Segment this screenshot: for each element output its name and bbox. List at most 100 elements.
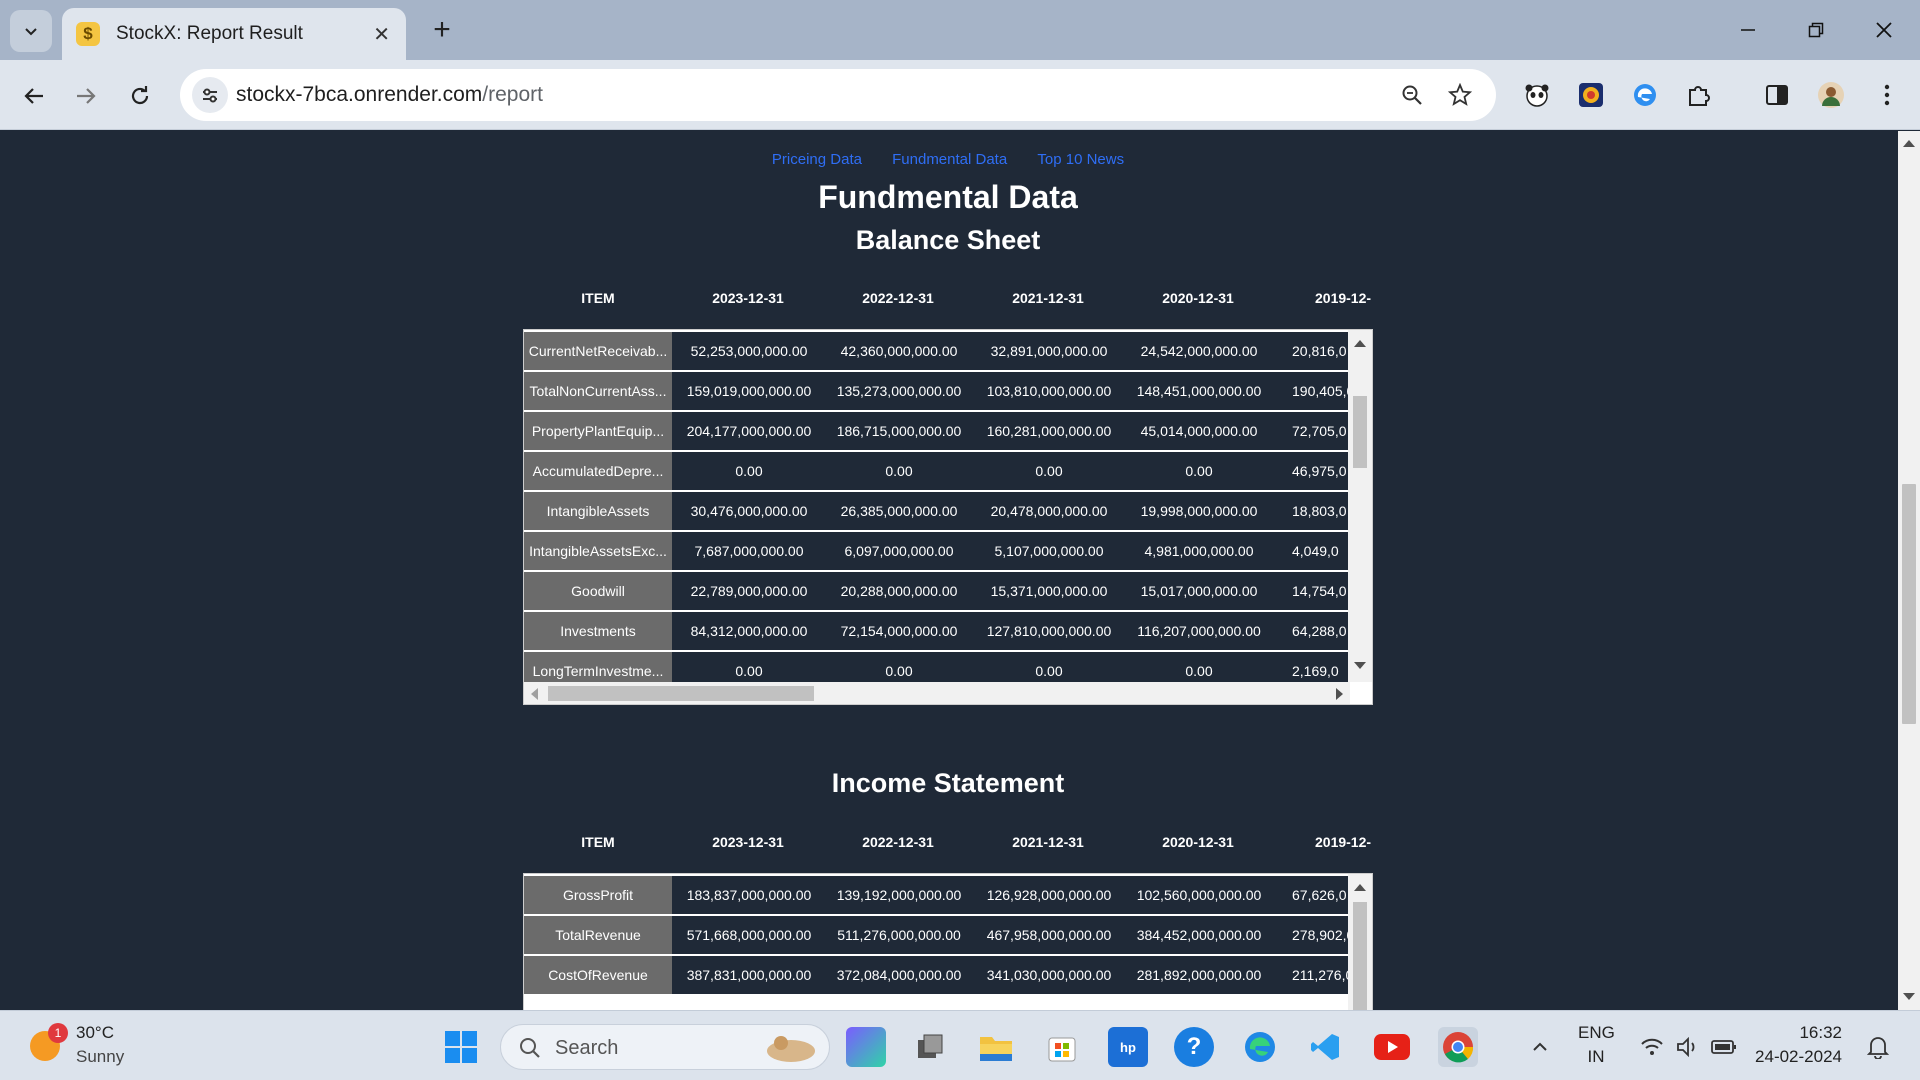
column-header: 2019-12- — [1315, 834, 1372, 850]
reload-icon — [131, 86, 149, 105]
balance-sheet-table[interactable]: CurrentNetReceivab... 52,253,000,000.00 42… — [523, 329, 1373, 705]
site-info-icon[interactable] — [192, 77, 228, 113]
edge-extension-icon[interactable] — [1629, 79, 1661, 111]
table-cell: 26,385,000,000.00 — [840, 503, 958, 519]
nav-link-pricing[interactable]: Priceing Data — [772, 151, 862, 168]
chevron-up-icon[interactable] — [1520, 1027, 1560, 1067]
balance-sheet-vertical-scrollbar[interactable] — [1348, 330, 1372, 682]
scroll-up-arrow[interactable] — [1354, 884, 1366, 891]
table-row: TotalNonCurrentAss... 159,019,000,000.00 1… — [524, 372, 1350, 410]
minimize-button[interactable] — [1728, 12, 1768, 48]
chrome-icon[interactable] — [1438, 1027, 1478, 1067]
table-cell: 281,892,000,000.00 — [1136, 967, 1262, 983]
row-item-name: TotalNonCurrentAss... — [524, 372, 672, 410]
help-icon[interactable]: ? — [1174, 1027, 1214, 1067]
myhp-icon[interactable]: hp — [1108, 1027, 1148, 1067]
scroll-right-arrow[interactable] — [1336, 688, 1343, 700]
weather-condition: Sunny — [76, 1047, 125, 1066]
url-text[interactable]: stockx-7bca.onrender.com/report — [236, 83, 543, 107]
clock-time[interactable]: 16:32 — [1782, 1023, 1842, 1043]
edge-browser-icon[interactable] — [1240, 1027, 1280, 1067]
scroll-down-arrow[interactable] — [1354, 662, 1366, 669]
scroll-left-arrow[interactable] — [531, 688, 538, 700]
language-top[interactable]: ENG — [1578, 1023, 1615, 1043]
scroll-thumb[interactable] — [1353, 396, 1367, 468]
tab-search-button[interactable] — [10, 10, 52, 52]
page-scroll-thumb[interactable] — [1902, 484, 1916, 724]
column-header: 2019-12- — [1315, 290, 1372, 306]
page-scroll-up-arrow[interactable] — [1903, 140, 1915, 147]
table-cell: 387,831,000,000.00 — [686, 967, 812, 983]
table-cell: 67,626,0 — [1292, 887, 1347, 903]
table-cell: 186,715,000,000.00 — [836, 423, 962, 439]
start-button[interactable] — [441, 1027, 481, 1067]
tab-bar: $ StockX: Report Result ✕ + — [0, 0, 1920, 60]
colorful-extension-icon[interactable] — [1575, 79, 1607, 111]
language-bottom[interactable]: IN — [1578, 1047, 1614, 1067]
nav-link-fundamental[interactable]: Fundmental Data — [892, 151, 1007, 168]
income-statement-header: ITEM 2023-12-31 2022-12-31 2021-12-31 20… — [523, 834, 1373, 864]
scroll-thumb[interactable] — [1353, 902, 1367, 1010]
kebab-menu-icon[interactable] — [1871, 79, 1903, 111]
balance-sheet-horizontal-scrollbar[interactable] — [524, 682, 1350, 704]
table-cell: 511,276,000,000.00 — [837, 927, 961, 943]
income-statement-table[interactable]: GrossProfit 183,837,000,000.00 139,192,000… — [523, 873, 1373, 1010]
row-item-name: GrossProfit — [524, 876, 672, 914]
table-cell: 0.00 — [885, 663, 913, 679]
income-statement-vertical-scrollbar[interactable] — [1348, 874, 1372, 1010]
close-window-button[interactable] — [1864, 12, 1904, 48]
vscode-icon[interactable] — [1306, 1027, 1346, 1067]
restore-button[interactable] — [1796, 12, 1836, 48]
volume-icon[interactable] — [1668, 1027, 1708, 1067]
table-cell: 20,288,000,000.00 — [840, 583, 958, 599]
table-cell: 571,668,000,000.00 — [686, 927, 812, 943]
nav-link-news[interactable]: Top 10 News — [1037, 151, 1124, 168]
notification-bell-icon[interactable] — [1858, 1027, 1898, 1067]
table-row: TotalRevenue 571,668,000,000.00 511,276,00… — [524, 916, 1350, 954]
url-host: stockx-7bca.onrender.com — [236, 83, 483, 106]
active-tab[interactable]: $ StockX: Report Result ✕ — [62, 8, 406, 60]
scroll-thumb[interactable] — [548, 686, 814, 701]
youtube-icon[interactable] — [1372, 1027, 1412, 1067]
back-button[interactable] — [14, 76, 54, 116]
table-cell: 0.00 — [735, 663, 763, 679]
battery-icon[interactable] — [1704, 1027, 1744, 1067]
row-item-name: IntangibleAssets — [524, 492, 672, 530]
clock-date[interactable]: 24-02-2024 — [1752, 1047, 1842, 1067]
taskbar-search[interactable]: Search — [500, 1024, 830, 1070]
table-cell: 30,476,000,000.00 — [690, 503, 808, 519]
puzzle-extensions-icon[interactable] — [1683, 79, 1715, 111]
column-header: 2022-12-31 — [862, 290, 934, 306]
wifi-icon[interactable] — [1632, 1027, 1672, 1067]
table-cell: 159,019,000,000.00 — [686, 383, 812, 399]
table-cell: 42,360,000,000.00 — [840, 343, 958, 359]
bookmark-star-icon[interactable] — [1446, 81, 1474, 109]
close-icon — [1876, 22, 1892, 38]
table-cell: 6,097,000,000.00 — [844, 543, 954, 559]
panda-extension-icon[interactable] — [1521, 79, 1553, 111]
row-item-name: Investments — [524, 612, 672, 650]
copilot-icon[interactable] — [846, 1027, 886, 1067]
table-cell: 64,288,0 — [1292, 623, 1347, 639]
task-view-icon[interactable] — [910, 1027, 950, 1067]
zoom-icon[interactable] — [1398, 81, 1426, 109]
table-cell: 0.00 — [1185, 663, 1213, 679]
table-cell: 183,837,000,000.00 — [686, 887, 812, 903]
scroll-up-arrow[interactable] — [1354, 340, 1366, 347]
search-highlight-icon — [767, 1036, 815, 1062]
chevron-down-icon — [25, 28, 37, 36]
new-tab-button[interactable]: + — [424, 12, 460, 48]
page-scrollbar[interactable] — [1898, 131, 1920, 1010]
forward-button[interactable] — [66, 76, 106, 116]
restore-icon — [1808, 22, 1824, 38]
file-explorer-icon[interactable] — [976, 1027, 1016, 1067]
column-header: ITEM — [581, 834, 615, 850]
profile-avatar[interactable] — [1815, 79, 1847, 111]
row-item-name: PropertyPlantEquip... — [524, 412, 672, 450]
reload-button[interactable] — [120, 76, 160, 116]
close-tab-icon[interactable]: ✕ — [373, 22, 390, 47]
address-bar[interactable]: stockx-7bca.onrender.com/report — [180, 69, 1496, 121]
side-panel-icon[interactable] — [1761, 79, 1793, 111]
page-scroll-down-arrow[interactable] — [1903, 993, 1915, 1000]
microsoft-store-icon[interactable] — [1042, 1027, 1082, 1067]
